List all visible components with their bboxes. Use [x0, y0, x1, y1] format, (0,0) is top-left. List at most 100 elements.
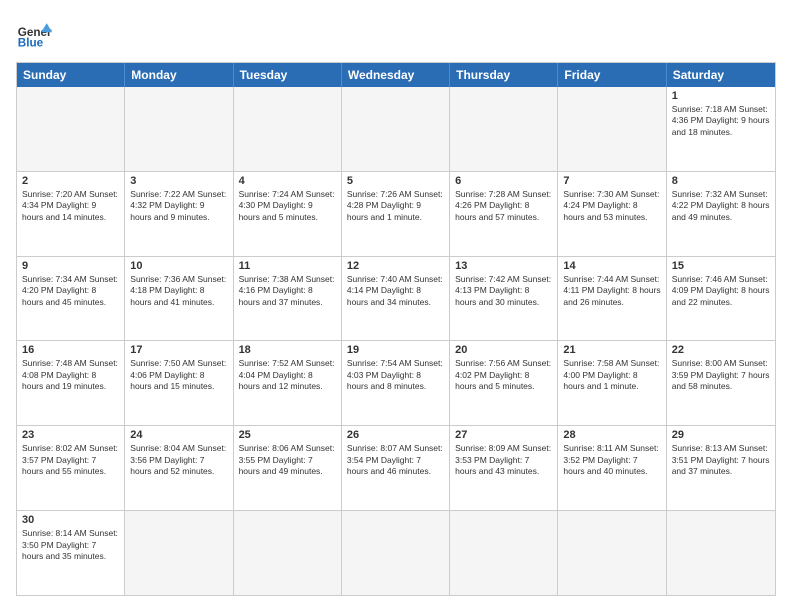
- day-of-week-sunday: Sunday: [17, 63, 125, 87]
- day-info: Sunrise: 7:26 AM Sunset: 4:28 PM Dayligh…: [347, 189, 444, 223]
- calendar-cell: 4 Sunrise: 7:24 AM Sunset: 4:30 PM Daylig…: [234, 172, 342, 256]
- svg-text:Blue: Blue: [18, 37, 44, 50]
- day-info: Sunrise: 7:24 AM Sunset: 4:30 PM Dayligh…: [239, 189, 336, 223]
- calendar: SundayMondayTuesdayWednesdayThursdayFrid…: [16, 62, 776, 596]
- calendar-cell: 25 Sunrise: 8:06 AM Sunset: 3:55 PM Dayli…: [234, 426, 342, 510]
- day-number: 8: [672, 175, 770, 187]
- calendar-cell: 22Sunrise: 8:00 AM Sunset: 3:59 PM Dayli…: [667, 341, 775, 425]
- day-number: 3: [130, 175, 227, 187]
- day-info: Sunrise: 7:40 AM Sunset: 4:14 PM Dayligh…: [347, 274, 444, 308]
- calendar-cell: 27Sunrise: 8:09 AM Sunset: 3:53 PM Dayli…: [450, 426, 558, 510]
- calendar-row-3: 16Sunrise: 7:48 AM Sunset: 4:08 PM Dayli…: [17, 340, 775, 425]
- day-number: 20: [455, 344, 552, 356]
- calendar-cell: 3 Sunrise: 7:22 AM Sunset: 4:32 PM Daylig…: [125, 172, 233, 256]
- day-number: 18: [239, 344, 336, 356]
- day-info: Sunrise: 8:07 AM Sunset: 3:54 PM Dayligh…: [347, 443, 444, 477]
- day-of-week-saturday: Saturday: [667, 63, 775, 87]
- calendar-cell: 14 Sunrise: 7:44 AM Sunset: 4:11 PM Dayli…: [558, 257, 666, 341]
- day-info: Sunrise: 8:14 AM Sunset: 3:50 PM Dayligh…: [22, 528, 119, 562]
- day-info: Sunrise: 7:30 AM Sunset: 4:24 PM Dayligh…: [563, 189, 660, 223]
- day-number: 13: [455, 260, 552, 272]
- day-info: Sunrise: 7:46 AM Sunset: 4:09 PM Dayligh…: [672, 274, 770, 308]
- calendar-cell: 24 Sunrise: 8:04 AM Sunset: 3:56 PM Dayli…: [125, 426, 233, 510]
- day-number: 21: [563, 344, 660, 356]
- day-number: 23: [22, 429, 119, 441]
- calendar-body: 1 Sunrise: 7:18 AM Sunset: 4:36 PM Daylig…: [17, 87, 775, 595]
- calendar-cell: 17 Sunrise: 7:50 AM Sunset: 4:06 PM Dayli…: [125, 341, 233, 425]
- logo: General Blue: [16, 16, 52, 52]
- day-info: Sunrise: 7:32 AM Sunset: 4:22 PM Dayligh…: [672, 189, 770, 223]
- calendar-cell: 20Sunrise: 7:56 AM Sunset: 4:02 PM Dayli…: [450, 341, 558, 425]
- calendar-row-2: 9 Sunrise: 7:34 AM Sunset: 4:20 PM Daylig…: [17, 256, 775, 341]
- day-number: 16: [22, 344, 119, 356]
- calendar-cell: 26 Sunrise: 8:07 AM Sunset: 3:54 PM Dayli…: [342, 426, 450, 510]
- day-number: 10: [130, 260, 227, 272]
- day-number: 15: [672, 260, 770, 272]
- day-info: Sunrise: 7:58 AM Sunset: 4:00 PM Dayligh…: [563, 358, 660, 392]
- day-info: Sunrise: 8:06 AM Sunset: 3:55 PM Dayligh…: [239, 443, 336, 477]
- calendar-cell: [558, 87, 666, 171]
- day-info: Sunrise: 7:34 AM Sunset: 4:20 PM Dayligh…: [22, 274, 119, 308]
- day-number: 17: [130, 344, 227, 356]
- day-info: Sunrise: 7:38 AM Sunset: 4:16 PM Dayligh…: [239, 274, 336, 308]
- day-number: 19: [347, 344, 444, 356]
- calendar-cell: 18Sunrise: 7:52 AM Sunset: 4:04 PM Dayli…: [234, 341, 342, 425]
- calendar-cell: [667, 511, 775, 595]
- day-info: Sunrise: 8:11 AM Sunset: 3:52 PM Dayligh…: [563, 443, 660, 477]
- calendar-header: SundayMondayTuesdayWednesdayThursdayFrid…: [17, 63, 775, 87]
- day-info: Sunrise: 7:54 AM Sunset: 4:03 PM Dayligh…: [347, 358, 444, 392]
- day-number: 4: [239, 175, 336, 187]
- calendar-cell: [234, 87, 342, 171]
- day-number: 12: [347, 260, 444, 272]
- day-info: Sunrise: 7:20 AM Sunset: 4:34 PM Dayligh…: [22, 189, 119, 223]
- day-number: 9: [22, 260, 119, 272]
- day-number: 7: [563, 175, 660, 187]
- calendar-cell: 5 Sunrise: 7:26 AM Sunset: 4:28 PM Daylig…: [342, 172, 450, 256]
- day-number: 26: [347, 429, 444, 441]
- calendar-row-4: 23 Sunrise: 8:02 AM Sunset: 3:57 PM Dayli…: [17, 425, 775, 510]
- day-info: Sunrise: 7:50 AM Sunset: 4:06 PM Dayligh…: [130, 358, 227, 392]
- day-number: 22: [672, 344, 770, 356]
- calendar-cell: 10Sunrise: 7:36 AM Sunset: 4:18 PM Dayli…: [125, 257, 233, 341]
- calendar-cell: [125, 87, 233, 171]
- day-info: Sunrise: 8:02 AM Sunset: 3:57 PM Dayligh…: [22, 443, 119, 477]
- day-number: 24: [130, 429, 227, 441]
- calendar-cell: 16Sunrise: 7:48 AM Sunset: 4:08 PM Dayli…: [17, 341, 125, 425]
- day-info: Sunrise: 8:13 AM Sunset: 3:51 PM Dayligh…: [672, 443, 770, 477]
- calendar-cell: [342, 87, 450, 171]
- calendar-cell: [234, 511, 342, 595]
- day-number: 5: [347, 175, 444, 187]
- day-number: 25: [239, 429, 336, 441]
- calendar-cell: 11 Sunrise: 7:38 AM Sunset: 4:16 PM Dayli…: [234, 257, 342, 341]
- calendar-cell: 7 Sunrise: 7:30 AM Sunset: 4:24 PM Daylig…: [558, 172, 666, 256]
- calendar-cell: 8 Sunrise: 7:32 AM Sunset: 4:22 PM Daylig…: [667, 172, 775, 256]
- day-number: 29: [672, 429, 770, 441]
- calendar-cell: 30 Sunrise: 8:14 AM Sunset: 3:50 PM Dayli…: [17, 511, 125, 595]
- day-of-week-tuesday: Tuesday: [234, 63, 342, 87]
- day-number: 11: [239, 260, 336, 272]
- day-number: 28: [563, 429, 660, 441]
- day-number: 14: [563, 260, 660, 272]
- day-of-week-thursday: Thursday: [450, 63, 558, 87]
- calendar-cell: 9 Sunrise: 7:34 AM Sunset: 4:20 PM Daylig…: [17, 257, 125, 341]
- day-info: Sunrise: 8:04 AM Sunset: 3:56 PM Dayligh…: [130, 443, 227, 477]
- calendar-cell: [450, 87, 558, 171]
- calendar-cell: 15 Sunrise: 7:46 AM Sunset: 4:09 PM Dayli…: [667, 257, 775, 341]
- calendar-cell: 21 Sunrise: 7:58 AM Sunset: 4:00 PM Dayli…: [558, 341, 666, 425]
- day-number: 6: [455, 175, 552, 187]
- calendar-cell: 6 Sunrise: 7:28 AM Sunset: 4:26 PM Daylig…: [450, 172, 558, 256]
- calendar-cell: 2Sunrise: 7:20 AM Sunset: 4:34 PM Daylig…: [17, 172, 125, 256]
- day-of-week-monday: Monday: [125, 63, 233, 87]
- day-number: 1: [672, 90, 770, 102]
- calendar-row-1: 2Sunrise: 7:20 AM Sunset: 4:34 PM Daylig…: [17, 171, 775, 256]
- calendar-cell: [558, 511, 666, 595]
- day-info: Sunrise: 7:44 AM Sunset: 4:11 PM Dayligh…: [563, 274, 660, 308]
- day-number: 30: [22, 514, 119, 526]
- day-info: Sunrise: 7:18 AM Sunset: 4:36 PM Dayligh…: [672, 104, 770, 138]
- calendar-cell: 1 Sunrise: 7:18 AM Sunset: 4:36 PM Daylig…: [667, 87, 775, 171]
- page: General Blue SundayMondayTuesdayWednesda…: [0, 0, 792, 612]
- day-info: Sunrise: 7:22 AM Sunset: 4:32 PM Dayligh…: [130, 189, 227, 223]
- day-info: Sunrise: 8:09 AM Sunset: 3:53 PM Dayligh…: [455, 443, 552, 477]
- calendar-cell: 12 Sunrise: 7:40 AM Sunset: 4:14 PM Dayli…: [342, 257, 450, 341]
- day-info: Sunrise: 7:28 AM Sunset: 4:26 PM Dayligh…: [455, 189, 552, 223]
